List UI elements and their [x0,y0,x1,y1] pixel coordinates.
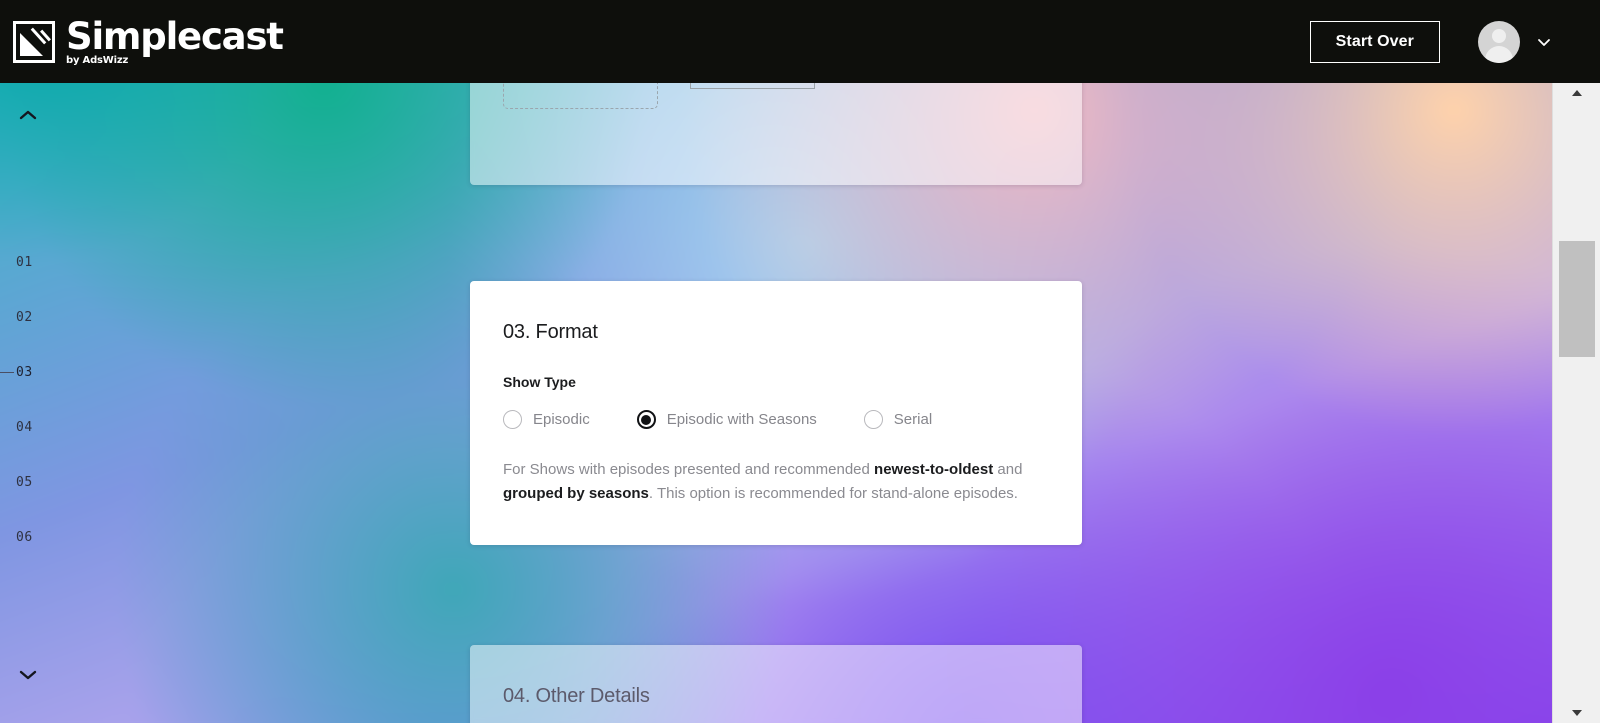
step-number: 04 [16,420,33,435]
step-item-04[interactable]: 04 [0,400,60,455]
help-bold-1: newest-to-oldest [874,461,994,478]
card-title-format: 03. Format [503,321,598,343]
help-part-1: For Shows with episodes presented and re… [503,461,875,478]
top-navigation-bar: Simplecast by AdsWizz Start Over [0,0,1600,83]
help-part-2: and [993,461,1023,478]
show-type-radio-group: Episodic Episodic with Seasons Serial [503,410,1049,429]
radio-label: Episodic with Seasons [666,411,817,428]
step-item-02[interactable]: 02 [0,290,60,345]
page-scrollbar[interactable] [1552,83,1600,723]
card-artwork-upload[interactable]: to upload Choose file [470,83,1082,185]
step-item-06[interactable]: 06 [0,510,60,565]
account-menu-chevron-down-icon[interactable] [1534,32,1554,52]
card-other-details[interactable]: 04. Other Details [470,645,1082,723]
radio-circle-selected-icon [636,410,656,429]
rail-chevron-up-icon[interactable] [14,101,42,129]
step-list: 01 02 03 04 05 06 [0,235,60,565]
active-step-indicator [0,371,14,374]
simplecast-logo-icon [13,20,55,63]
radio-circle-icon [503,410,522,429]
brand-logo[interactable]: Simplecast by AdsWizz [13,14,284,66]
radio-label: Serial [893,411,933,428]
user-avatar-icon[interactable] [1478,20,1520,63]
rail-chevron-down-icon[interactable] [14,661,42,689]
step-rail: 01 02 03 04 05 06 [0,83,60,723]
main-stage: 01 02 03 04 05 06 03. Format Show Type E… [0,83,1552,723]
scroll-down-arrow-icon[interactable] [1553,703,1600,723]
radio-option-episodic-with-seasons[interactable]: Episodic with Seasons [636,410,817,429]
radio-circle-icon [863,410,883,429]
scrollbar-thumb[interactable] [1559,241,1595,357]
card-format: 03. Format Show Type Episodic Episodic w… [470,281,1082,545]
radio-label: Episodic [533,411,590,428]
radio-option-episodic[interactable]: Episodic [503,410,590,429]
step-item-05[interactable]: 05 [0,455,60,510]
step-item-01[interactable]: 01 [0,235,60,290]
step-number: 02 [16,310,33,325]
help-part-3: . This option is recommended for stand-a… [648,485,1018,503]
step-number: 05 [16,475,33,490]
brand-name: Simplecast [66,14,284,58]
radio-option-serial[interactable]: Serial [863,410,933,429]
scroll-up-arrow-icon[interactable] [1553,83,1600,103]
help-bold-2: grouped by seasons [503,485,649,503]
step-item-03[interactable]: 03 [0,345,60,400]
form-card-column: to upload Choose file 03. Format Show Ty… [470,83,1082,723]
step-number: 03 [16,365,33,380]
topbar-actions: Start Over [1309,20,1554,63]
artwork-dropzone[interactable]: to upload [503,83,658,109]
card-title-other-details: 04. Other Details [503,685,650,707]
choose-file-button[interactable]: Choose file [690,83,816,89]
show-type-label: Show Type [503,374,576,390]
show-type-help-text: For Shows with episodes presented and re… [503,458,1048,507]
step-number: 06 [16,530,33,545]
step-number: 01 [16,255,33,270]
start-over-button[interactable]: Start Over [1309,20,1440,63]
